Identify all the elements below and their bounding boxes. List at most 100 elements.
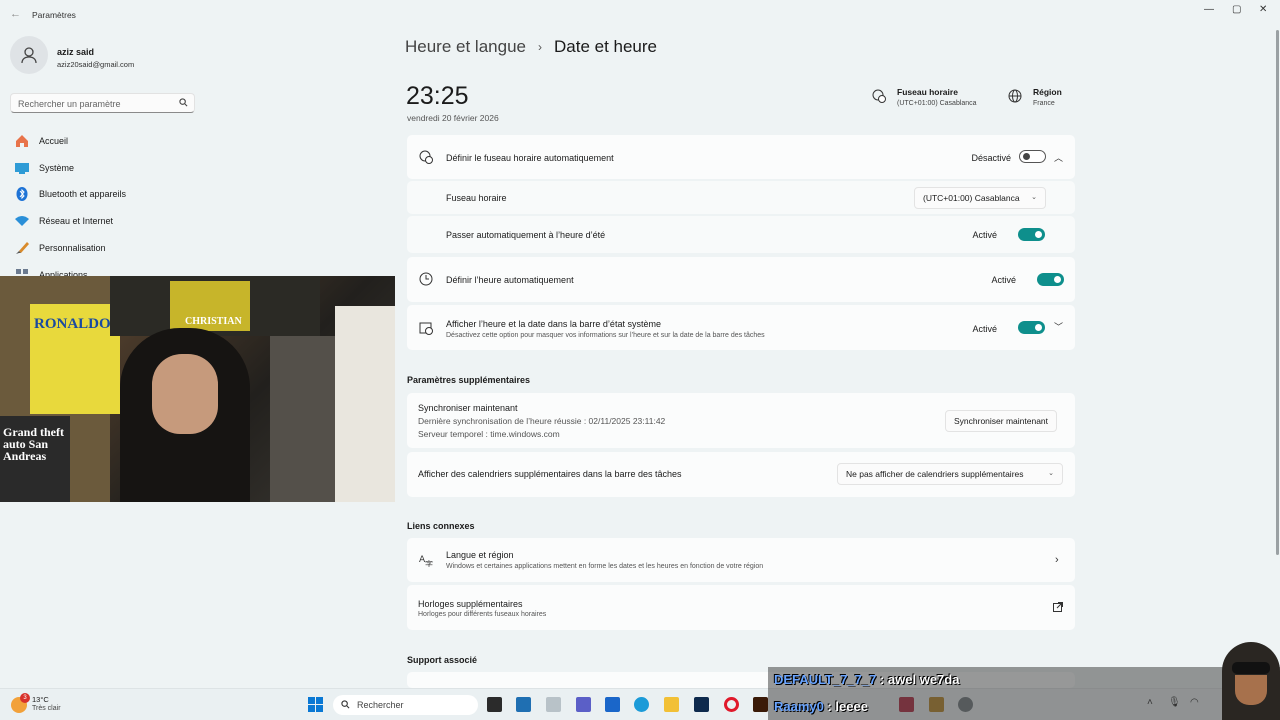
- bluetooth-icon: [14, 187, 30, 201]
- opera-icon[interactable]: [724, 697, 739, 712]
- sidebar-item-label: Personnalisation: [39, 243, 106, 253]
- title-bar: ← Paramètres — ▢ ✕: [0, 0, 1280, 28]
- windows-start-icon[interactable]: [308, 697, 323, 712]
- sidebar-item-label: Réseau et Internet: [39, 216, 114, 226]
- current-time: 23:25: [406, 82, 469, 110]
- dst-label: Passer automatiquement à l’heure d’été: [446, 230, 606, 240]
- photoshop-icon[interactable]: [694, 697, 709, 712]
- system-icon: [14, 161, 30, 175]
- task-view-icon[interactable]: [487, 697, 502, 712]
- show-time-status: Activé: [972, 324, 997, 334]
- user-profile[interactable]: aziz said aziz20said@gmail.com: [10, 36, 210, 76]
- wifi-icon: [14, 214, 30, 228]
- globe-clock-icon: [419, 150, 433, 164]
- settings-search-input[interactable]: Rechercher un paramètre: [10, 93, 195, 113]
- sunglasses-icon: [1232, 662, 1270, 674]
- sync-server: Serveur temporel : time.windows.com: [418, 429, 560, 439]
- poster-text: Grand theft auto San Andreas: [3, 425, 64, 463]
- external-link-icon: [1053, 602, 1063, 614]
- calligraphy-canvas: [335, 306, 395, 502]
- home-icon: [14, 134, 30, 148]
- breadcrumb-separator: ›: [537, 40, 542, 54]
- search-icon: [179, 98, 188, 109]
- auto-time-toggle[interactable]: [1037, 273, 1064, 286]
- poster-text: RONALDO: [34, 316, 111, 332]
- chevron-down-icon: ⌄: [1048, 470, 1054, 477]
- sidebar-item-bluetooth[interactable]: Bluetooth et appareils: [14, 184, 204, 204]
- widgets-icon[interactable]: [516, 697, 531, 712]
- calendars-label: Afficher des calendriers supplémentaires…: [418, 469, 682, 479]
- edge-icon[interactable]: [634, 697, 649, 712]
- sidebar-item-home[interactable]: Accueil: [14, 131, 204, 151]
- timezone-dropdown-value: (UTC+01:00) Casablanca: [923, 193, 1020, 203]
- sidebar-item-personalization[interactable]: Personnalisation: [14, 238, 204, 258]
- maximize-icon[interactable]: ▢: [1232, 4, 1241, 15]
- show-time-desc: Désactivez cette option pour masquer vos…: [446, 332, 765, 339]
- related-support-title: Support associé: [407, 655, 478, 665]
- taskbar-search[interactable]: Rechercher: [333, 695, 478, 715]
- show-time-toggle[interactable]: [1018, 321, 1045, 334]
- chat-text: : awel we7da: [876, 672, 960, 687]
- chat-message: DEFAULT_7_7_7 : awel we7da: [774, 672, 959, 687]
- chat-username: DEFAULT_7_7_7: [774, 672, 877, 687]
- sidebar-item-system[interactable]: Système: [14, 158, 204, 178]
- dst-toggle[interactable]: [1018, 228, 1045, 241]
- auto-timezone-card[interactable]: Définir le fuseau horaire automatiquemen…: [407, 135, 1075, 179]
- user-name: aziz said: [57, 47, 95, 57]
- close-icon[interactable]: ✕: [1259, 4, 1267, 15]
- chat-text: : leeee: [823, 699, 868, 714]
- globe-icon: [1008, 89, 1024, 107]
- auto-time-label: Définir l’heure automatiquement: [446, 275, 574, 285]
- sidebar-item-network[interactable]: Réseau et Internet: [14, 211, 204, 231]
- brush-icon: [14, 241, 30, 255]
- sidebar-item-label: Système: [39, 163, 75, 173]
- sync-now-button[interactable]: Synchroniser maintenant: [945, 410, 1058, 432]
- sidebar-item-label: Bluetooth et appareils: [39, 189, 127, 199]
- show-time-card[interactable]: Afficher l’heure et la date dans la barr…: [407, 305, 1075, 350]
- breadcrumb: Heure et langue › Date et heure: [405, 37, 657, 57]
- language-region-desc: Windows et certaines applications metten…: [446, 563, 764, 570]
- auto-timezone-label: Définir le fuseau horaire automatiquemen…: [446, 153, 614, 163]
- illustrator-icon[interactable]: [753, 697, 768, 712]
- user-email: aziz20said@gmail.com: [57, 60, 135, 69]
- window-title: Paramètres: [32, 10, 76, 20]
- webcam-overlay: RONALDO CHRISTIAN Grand theft auto San A…: [0, 276, 395, 502]
- mail-icon[interactable]: [605, 697, 620, 712]
- current-date: vendredi 20 février 2026: [407, 113, 499, 123]
- streamer-face: [152, 354, 218, 434]
- region-title: Région: [1033, 87, 1062, 97]
- calendars-dropdown-value: Ne pas afficher de calendriers supplémen…: [846, 469, 1024, 479]
- breadcrumb-parent[interactable]: Heure et langue: [405, 37, 526, 57]
- back-arrow-icon[interactable]: ←: [10, 8, 21, 20]
- search-placeholder: Rechercher un paramètre: [18, 99, 121, 109]
- scrollbar[interactable]: [1276, 30, 1279, 555]
- language-region-title: Langue et région: [446, 550, 514, 560]
- calendars-card: Afficher des calendriers supplémentaires…: [407, 452, 1075, 497]
- chevron-down-icon[interactable]: ﹀: [1054, 320, 1063, 333]
- auto-time-status: Activé: [991, 275, 1016, 285]
- timezone-title: Fuseau horaire: [897, 87, 958, 97]
- auto-timezone-toggle[interactable]: [1019, 150, 1046, 163]
- auto-time-card: Définir l’heure automatiquement Activé: [407, 257, 1075, 302]
- teams-icon[interactable]: [576, 697, 591, 712]
- additional-settings-title: Paramètres supplémentaires: [407, 375, 531, 385]
- calendars-dropdown[interactable]: Ne pas afficher de calendriers supplémen…: [837, 463, 1063, 485]
- chevron-up-icon[interactable]: ︿: [1054, 151, 1063, 164]
- temperature: 13°C: [32, 695, 49, 704]
- chevron-down-icon: ⌄: [1031, 194, 1037, 201]
- downloads-icon[interactable]: [546, 697, 561, 712]
- minimize-icon[interactable]: —: [1204, 4, 1214, 15]
- language-region-link[interactable]: A字 Langue et région Windows et certaines…: [407, 538, 1075, 582]
- additional-clocks-link[interactable]: Horloges supplémentaires Horloges pour d…: [407, 585, 1075, 630]
- timezone-info: Fuseau horaire (UTC+01:00) Casablanca: [872, 87, 977, 107]
- timezone-row: Fuseau horaire (UTC+01:00) Casablanca ⌄: [407, 181, 1075, 214]
- avatar-face: [1235, 675, 1267, 705]
- timezone-dropdown[interactable]: (UTC+01:00) Casablanca ⌄: [914, 187, 1046, 209]
- sync-card: Synchroniser maintenant Dernière synchro…: [407, 393, 1075, 448]
- file-explorer-icon[interactable]: [664, 697, 679, 712]
- globe-clock-icon: [872, 89, 888, 107]
- user-icon: [21, 47, 37, 64]
- auto-timezone-status: Désactivé: [971, 153, 1011, 163]
- poster-text: CHRISTIAN: [185, 316, 242, 327]
- dst-status: Activé: [972, 230, 997, 240]
